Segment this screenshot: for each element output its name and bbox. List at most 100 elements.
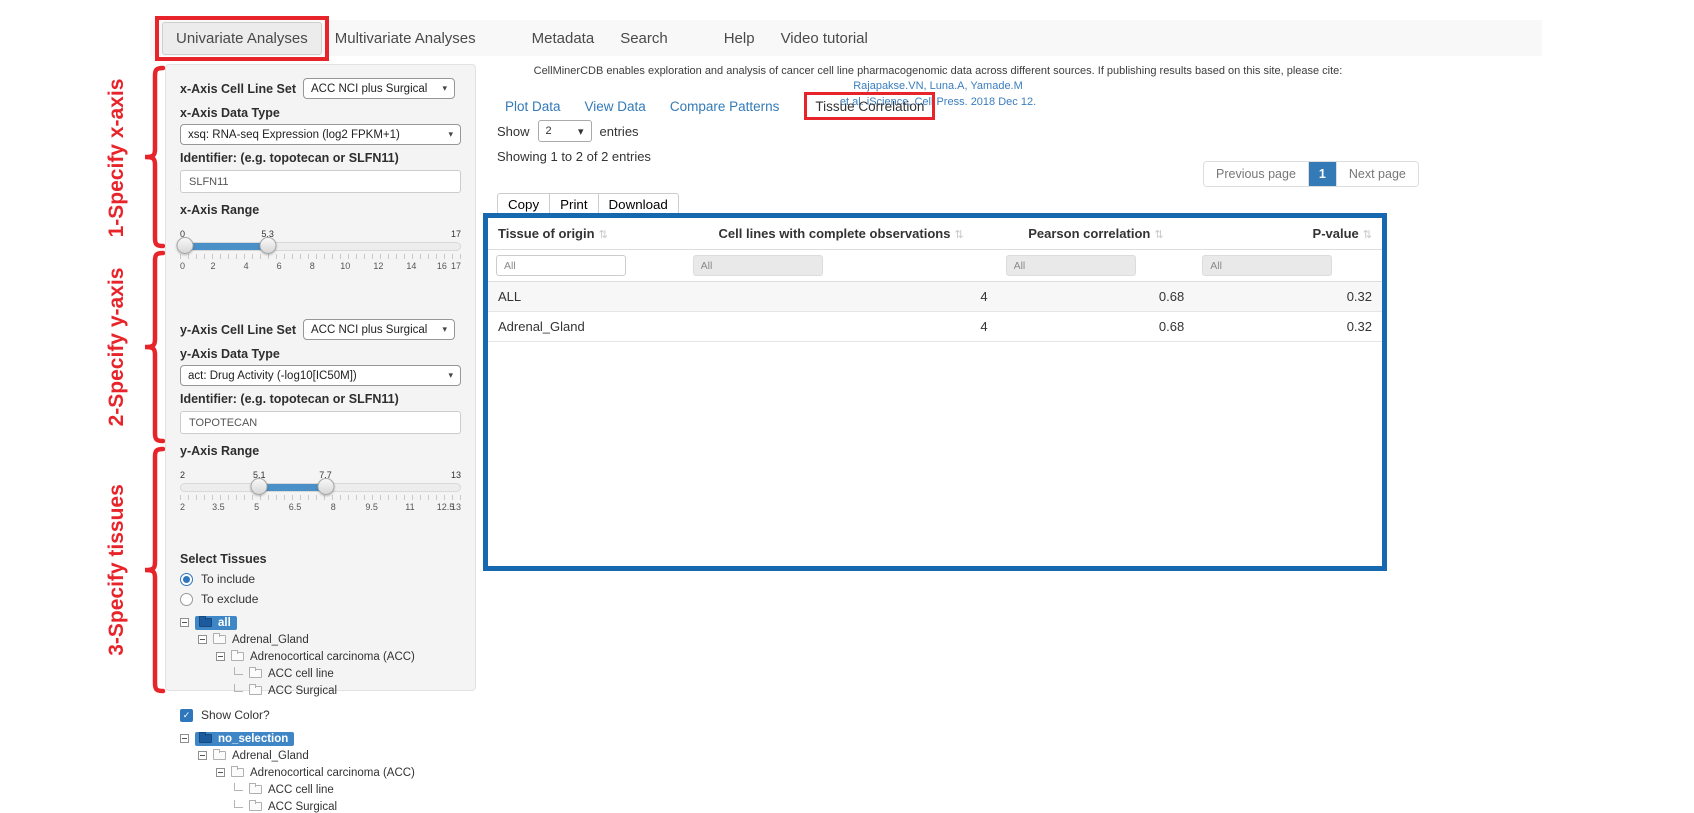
result-tabs: Plot Data View Data Compare Patterns Tis… <box>505 99 924 114</box>
tab-compare-patterns[interactable]: Compare Patterns <box>670 99 780 114</box>
table-row[interactable]: ALL 4 0.68 0.32 <box>488 282 1382 312</box>
y-data-type-label: y-Axis Data Type <box>180 347 461 361</box>
tree-node-acc-surgical[interactable]: ACC Surgical <box>180 683 461 698</box>
x-data-type-label: x-Axis Data Type <box>180 106 461 120</box>
folder-icon <box>213 751 226 760</box>
nav-item-multivariate-analyses[interactable]: Multivariate Analyses <box>322 23 489 54</box>
collapse-icon[interactable] <box>180 618 189 627</box>
tab-plot-data[interactable]: Plot Data <box>505 99 561 114</box>
y-cell-line-set-label: y-Axis Cell Line Set <box>180 323 296 337</box>
collapse-icon[interactable] <box>216 652 225 661</box>
tab-view-data[interactable]: View Data <box>585 99 646 114</box>
y-data-type-select[interactable]: act: Drug Activity (-log10[IC50M]) ▾ <box>180 365 461 386</box>
filter-p-value-input[interactable] <box>1202 255 1332 276</box>
header-cell-lines[interactable]: Cell lines with complete observations⇅ <box>685 218 998 250</box>
y-slider-handle-low[interactable] <box>251 478 268 495</box>
y-slider-handle-high[interactable] <box>317 478 334 495</box>
y-slider-max-value: 13 <box>451 470 461 480</box>
x-slider-handle-low[interactable] <box>177 237 194 254</box>
tissue-correlation-table-highlight: Tissue of origin⇅ Cell lines with comple… <box>483 213 1387 571</box>
x-slider-tick-grid <box>180 254 461 259</box>
tree-connector <box>234 667 243 675</box>
folder-icon <box>199 618 212 627</box>
y-slider-min-value: 2 <box>180 470 185 480</box>
tree-node-acc[interactable]: Adrenocortical carcinoma (ACC) <box>180 649 461 664</box>
show-color-checkbox[interactable]: ✓ Show Color? <box>180 708 461 722</box>
sort-icon[interactable]: ⇅ <box>1363 229 1372 241</box>
tree-node-adrenal-gland[interactable]: Adrenal_Gland <box>180 632 461 647</box>
filter-tissue-input[interactable] <box>496 255 626 276</box>
entries-control: Show 2 ▾ entries <box>497 120 639 142</box>
sort-icon[interactable]: ⇅ <box>1154 229 1163 241</box>
x-slider-tick-labels: 0 2 4 6 8 10 12 14 16 17 <box>180 261 461 273</box>
y-slider-tick-labels: 2 3.5 5 6.5 8 9.5 11 12.5 13 <box>180 502 461 514</box>
x-range-label: x-Axis Range <box>180 203 461 217</box>
page-1-button[interactable]: 1 <box>1308 162 1336 186</box>
collapse-icon[interactable] <box>180 734 189 743</box>
x-slider-max-value: 17 <box>451 229 461 239</box>
annotation-label-tissues: 3-Specify tissues <box>105 484 129 656</box>
header-pearson-correlation[interactable]: Pearson correlation⇅ <box>998 218 1195 250</box>
show-label: Show <box>497 124 530 139</box>
nav-item-help[interactable]: Help <box>711 23 768 54</box>
sort-icon[interactable]: ⇅ <box>599 229 608 241</box>
collapse-icon[interactable] <box>198 751 207 760</box>
radio-to-include[interactable]: To include <box>180 572 461 586</box>
x-cell-line-set-label: x-Axis Cell Line Set <box>180 82 296 96</box>
radio-icon <box>180 593 193 606</box>
tree-connector <box>234 684 243 692</box>
nav-item-video-tutorial[interactable]: Video tutorial <box>768 23 881 54</box>
entries-count-select[interactable]: 2 ▾ <box>538 120 592 142</box>
tissue-include-tree: all Adrenal_Gland Adrenocortical carcino… <box>180 615 461 698</box>
chevron-down-icon: ▾ <box>448 129 453 140</box>
folder-icon <box>249 669 262 678</box>
nav-item-univariate-analyses[interactable]: Univariate Analyses <box>162 22 322 55</box>
radio-icon <box>180 573 193 586</box>
tree-node-acc-surgical[interactable]: ACC Surgical <box>180 799 461 813</box>
folder-icon <box>231 768 244 777</box>
showing-entries-status: Showing 1 to 2 of 2 entries <box>497 149 651 164</box>
x-cell-line-set-select[interactable]: ACC NCI plus Surgical ▾ <box>303 78 455 99</box>
y-slider-tick-grid <box>180 495 461 500</box>
radio-to-exclude[interactable]: To exclude <box>180 592 461 606</box>
y-identifier-input[interactable] <box>180 411 461 434</box>
filter-pearson-input[interactable] <box>1006 255 1136 276</box>
y-slider-selected-range <box>260 484 326 491</box>
collapse-icon[interactable] <box>216 768 225 777</box>
x-slider-handle-high[interactable] <box>259 237 276 254</box>
folder-icon <box>199 734 212 743</box>
tree-node-acc-cell-line[interactable]: ACC cell line <box>180 666 461 681</box>
tree-connector <box>234 783 243 791</box>
nav-item-search[interactable]: Search <box>607 23 681 54</box>
tree-node-acc[interactable]: Adrenocortical carcinoma (ACC) <box>180 765 461 780</box>
table-row[interactable]: Adrenal_Gland 4 0.68 0.32 <box>488 312 1382 342</box>
filter-cell-lines-input[interactable] <box>693 255 823 276</box>
x-slider-track[interactable] <box>180 242 461 251</box>
tree-node-acc-cell-line[interactable]: ACC cell line <box>180 782 461 797</box>
top-nav: Univariate Analyses Multivariate Analyse… <box>150 20 1542 56</box>
folder-icon <box>231 652 244 661</box>
collapse-icon[interactable] <box>198 635 207 644</box>
annotation-label-x-axis: 1-Specify x-axis <box>105 79 129 238</box>
entries-suffix: entries <box>600 124 639 139</box>
x-identifier-input[interactable] <box>180 170 461 193</box>
chevron-down-icon: ▾ <box>442 83 447 94</box>
header-p-value[interactable]: P-value⇅ <box>1194 218 1382 250</box>
chevron-down-icon: ▾ <box>442 324 447 335</box>
tab-tissue-correlation[interactable]: Tissue Correlation <box>815 99 924 114</box>
tree-node-adrenal-gland[interactable]: Adrenal_Gland <box>180 748 461 763</box>
chevron-down-icon: ▾ <box>448 370 453 381</box>
y-range-label: y-Axis Range <box>180 444 461 458</box>
x-axis-range-slider[interactable]: 0 5.3 17 0 2 4 6 8 10 12 14 16 17 <box>180 229 461 285</box>
next-page-button[interactable]: Next page <box>1336 162 1418 186</box>
x-data-type-select[interactable]: xsq: RNA-seq Expression (log2 FPKM+1) ▾ <box>180 124 461 145</box>
citation-link[interactable]: Rajapakse.VN, Luna.A, Yamade.M <box>853 80 1023 92</box>
tree-node-all[interactable]: all <box>180 615 461 630</box>
nav-item-metadata[interactable]: Metadata <box>519 23 608 54</box>
y-axis-range-slider[interactable]: 2 5.1 7.7 13 2 3.5 5 6.5 8 9.5 11 12.5 1… <box>180 470 461 526</box>
previous-page-button[interactable]: Previous page <box>1204 162 1308 186</box>
y-cell-line-set-select[interactable]: ACC NCI plus Surgical ▾ <box>303 319 455 340</box>
tree-node-no-selection[interactable]: no_selection <box>180 731 461 746</box>
header-tissue-of-origin[interactable]: Tissue of origin⇅ <box>488 218 685 250</box>
sort-icon[interactable]: ⇅ <box>954 229 963 241</box>
